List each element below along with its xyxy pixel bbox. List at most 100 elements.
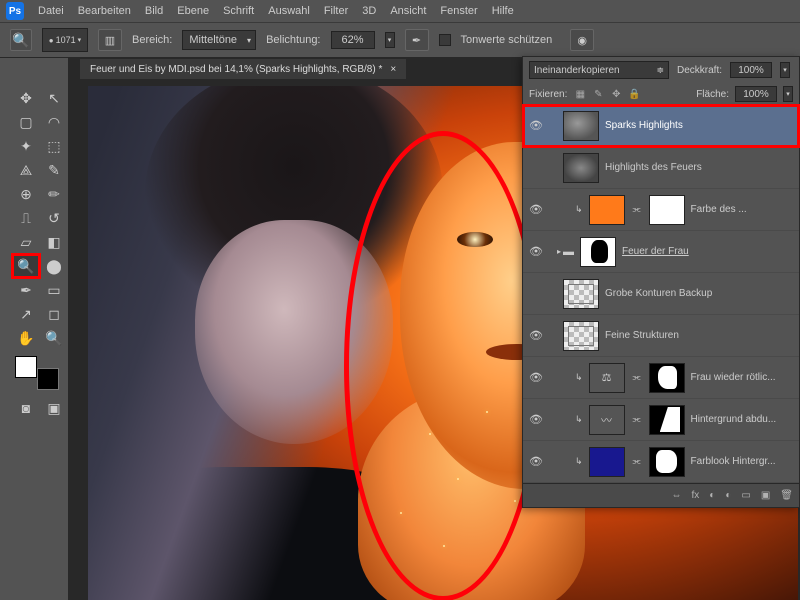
layer-row[interactable]: Highlights des Feuers <box>523 147 799 189</box>
airbrush-icon[interactable]: ✒ <box>405 29 429 51</box>
history-brush-tool[interactable]: ↺ <box>41 207 67 229</box>
layers-panel: Ineinanderkopieren Deckkraft: 100% ▾ Fix… <box>522 56 800 508</box>
foreground-color-swatch[interactable] <box>15 356 37 378</box>
eraser-tool[interactable]: ▱ <box>13 231 39 253</box>
mask-icon[interactable]: ◐ <box>709 490 715 501</box>
range-select[interactable]: Mitteltöne <box>182 30 256 50</box>
crop-tool[interactable]: ⟁ <box>13 159 39 181</box>
fill-field[interactable]: 100% <box>735 86 777 102</box>
shape-tool[interactable]: ▭ <box>41 279 67 301</box>
blur-tool[interactable]: ⬤ <box>41 255 67 277</box>
visibility-icon[interactable]: 👁 <box>529 203 543 216</box>
opacity-dropdown-icon[interactable]: ▾ <box>780 62 790 78</box>
visibility-icon[interactable]: 👁 <box>529 413 543 426</box>
menu-item[interactable]: Fenster <box>440 5 477 17</box>
exposure-field[interactable]: 62% <box>331 31 375 49</box>
layer-name[interactable]: Grobe Konturen Backup <box>605 288 712 299</box>
move-tool[interactable]: ✥ <box>13 87 39 109</box>
expand-icon[interactable]: ▸ <box>557 247 561 256</box>
menu-bar: Ps Datei Bearbeiten Bild Ebene Schrift A… <box>0 0 800 22</box>
protect-tones-checkbox[interactable] <box>439 34 451 46</box>
quick-select-tool[interactable]: ⬚ <box>41 135 67 157</box>
link-mask-icon[interactable]: ⫘ <box>631 414 643 425</box>
layer-name[interactable]: Feine Strukturen <box>605 330 679 341</box>
heal-tool[interactable]: ⊕ <box>13 183 39 205</box>
link-layers-icon[interactable]: ⇔ <box>672 490 682 501</box>
layer-row[interactable]: 👁↳⫘Farbe des ... <box>523 189 799 231</box>
options-bar: 🔍 ●1071▾ ▥ Bereich: Mitteltöne Belichtun… <box>0 22 800 58</box>
visibility-icon[interactable]: 👁 <box>529 119 543 132</box>
opacity-field[interactable]: 100% <box>730 62 772 78</box>
menu-item[interactable]: Filter <box>324 5 348 17</box>
menu-item[interactable]: Ansicht <box>390 5 426 17</box>
path-select-tool[interactable]: ↖ <box>41 87 67 109</box>
visibility-icon[interactable]: 👁 <box>529 371 543 384</box>
marquee-tool[interactable]: ▢ <box>13 111 39 133</box>
menu-item[interactable]: Bild <box>145 5 163 17</box>
layer-name[interactable]: Farbe des ... <box>691 204 747 215</box>
menu-item[interactable]: Hilfe <box>492 5 514 17</box>
eyedropper-tool[interactable]: ✎ <box>41 159 67 181</box>
background-color-swatch[interactable] <box>37 368 59 390</box>
link-mask-icon[interactable]: ⫘ <box>631 372 643 383</box>
lock-transparent-icon[interactable]: ▦ <box>573 87 587 101</box>
wand-tool[interactable]: ✦ <box>13 135 39 157</box>
menu-item[interactable]: Bearbeiten <box>78 5 131 17</box>
fill-dropdown-icon[interactable]: ▾ <box>783 86 793 102</box>
color-swatches[interactable] <box>15 356 65 390</box>
menu-item[interactable]: 3D <box>362 5 376 17</box>
layer-name[interactable]: Hintergrund abdu... <box>691 414 777 425</box>
visibility-icon[interactable]: 👁 <box>529 329 543 342</box>
delete-layer-icon[interactable]: 🗑 <box>780 490 793 501</box>
layer-row[interactable]: 👁↳⫘Farblook Hintergr... <box>523 441 799 483</box>
layer-name[interactable]: Highlights des Feuers <box>605 162 702 173</box>
screenmode-tool[interactable]: ▣ <box>41 397 67 419</box>
lasso-tool[interactable]: ◠ <box>41 111 67 133</box>
layer-row[interactable]: 👁↳〰⫘Hintergrund abdu... <box>523 399 799 441</box>
path-tool[interactable]: ↗ <box>13 303 39 325</box>
layer-row[interactable]: 👁▸▬Feuer der Frau <box>523 231 799 273</box>
menu-item[interactable]: Datei <box>38 5 64 17</box>
layer-row[interactable]: 👁 Sparks Highlights <box>523 105 799 147</box>
brush-tool[interactable]: ✏ <box>41 183 67 205</box>
layer-name[interactable]: Frau wieder rötlic... <box>691 372 776 383</box>
hand-tool[interactable]: ✋ <box>13 327 39 349</box>
type-tool[interactable]: ◻ <box>41 303 67 325</box>
document-tab[interactable]: Feuer und Eis by MDI.psd bei 14,1% (Spar… <box>80 59 406 79</box>
close-tab-icon[interactable]: × <box>390 64 396 75</box>
link-mask-icon[interactable]: ⫘ <box>631 204 643 215</box>
blend-mode-select[interactable]: Ineinanderkopieren <box>529 61 669 79</box>
stamp-tool[interactable]: ⎍ <box>13 207 39 229</box>
layer-name[interactable]: Feuer der Frau <box>622 246 689 257</box>
lock-position-icon[interactable]: ✥ <box>609 87 623 101</box>
layer-list: 👁 Sparks Highlights Highlights des Feuers 👁… <box>523 105 799 483</box>
menu-item[interactable]: Schrift <box>223 5 254 17</box>
exposure-dropdown-icon[interactable]: ▾ <box>385 32 395 48</box>
menu-item[interactable]: Auswahl <box>268 5 310 17</box>
zoom-tool[interactable]: 🔍 <box>41 327 67 349</box>
new-layer-icon[interactable]: ▣ <box>761 490 770 501</box>
adjustment-icon[interactable]: ◐ <box>725 490 731 501</box>
visibility-icon[interactable]: 👁 <box>529 245 543 258</box>
visibility-icon[interactable]: 👁 <box>529 455 543 468</box>
lock-all-icon[interactable]: 🔒 <box>627 87 641 101</box>
layer-row[interactable]: Grobe Konturen Backup <box>523 273 799 315</box>
link-mask-icon[interactable]: ⫘ <box>631 456 643 467</box>
layer-name[interactable]: Farblook Hintergr... <box>691 456 776 467</box>
lock-pixels-icon[interactable]: ✎ <box>591 87 605 101</box>
gradient-tool[interactable]: ◧ <box>41 231 67 253</box>
dodge-tool[interactable]: 🔍 <box>13 255 39 277</box>
layer-row[interactable]: 👁 Feine Strukturen <box>523 315 799 357</box>
fx-icon[interactable]: fx <box>692 490 700 501</box>
layer-row[interactable]: 👁↳⚖⫘Frau wieder rötlic... <box>523 357 799 399</box>
app-logo: Ps <box>6 2 24 20</box>
brush-preset-picker[interactable]: ●1071▾ <box>42 28 88 52</box>
menu-item[interactable]: Ebene <box>177 5 209 17</box>
brush-settings-icon[interactable]: ▥ <box>98 29 122 51</box>
pen-tool[interactable]: ✒ <box>13 279 39 301</box>
layer-name[interactable]: Sparks Highlights <box>605 120 683 131</box>
quickmask-tool[interactable]: ◙ <box>13 397 39 419</box>
active-tool-icon[interactable]: 🔍 <box>10 29 32 51</box>
pressure-icon[interactable]: ◉ <box>570 29 594 51</box>
group-icon[interactable]: ▭ <box>741 490 750 501</box>
